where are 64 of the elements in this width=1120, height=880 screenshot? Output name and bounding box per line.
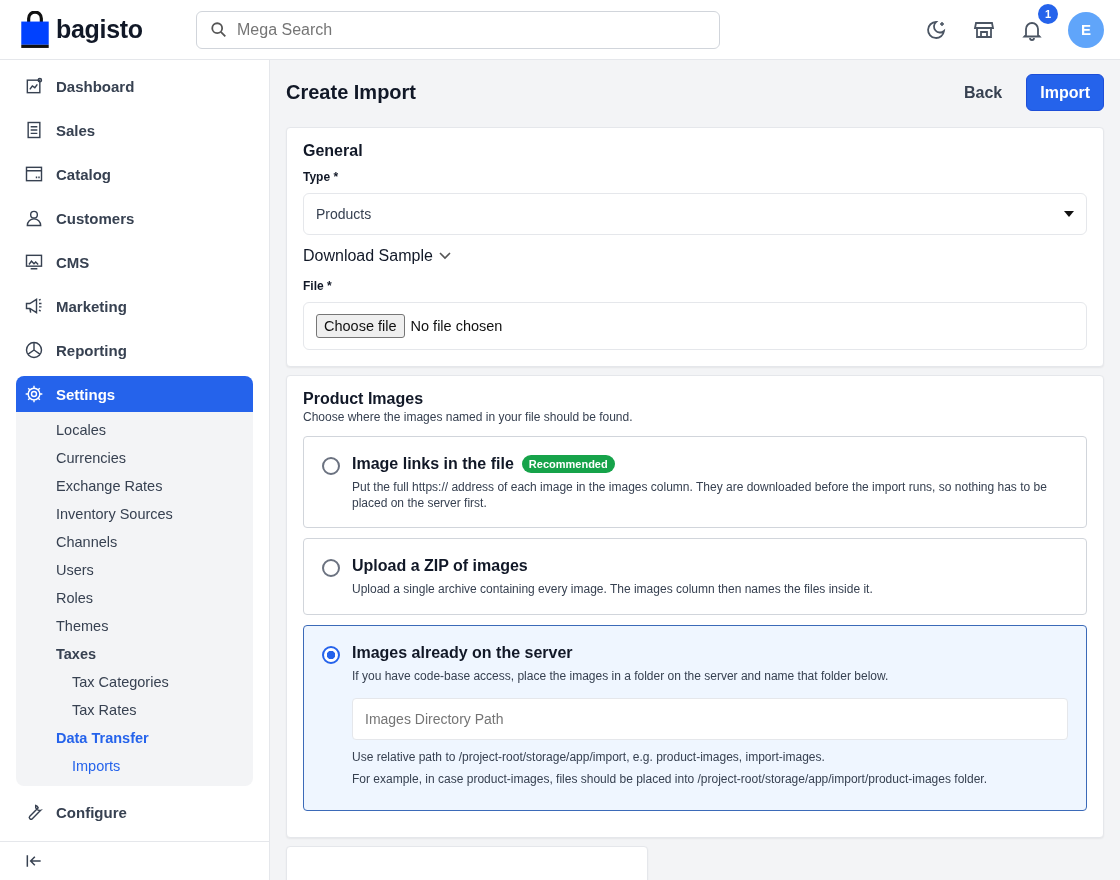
sidebar-item[interactable]: Catalog — [16, 156, 253, 192]
dropdown-caret-icon — [1064, 211, 1074, 217]
back-button[interactable]: Back — [963, 83, 1003, 102]
radio-button[interactable] — [322, 457, 340, 475]
field-label: File * — [303, 279, 333, 293]
hint-text: Use relative path to /project-root/storage/app/import, e.g. product-images, import-images. — [352, 749, 826, 764]
notification-count: 1 — [1038, 3, 1058, 24]
submenu-item[interactable]: Roles — [16, 584, 253, 612]
directory-path-field[interactable]: Images Directory Path — [352, 697, 1068, 740]
option-card[interactable]: Image links in the file Recommended Put the full https:// address of each image in the images column. They are downloaded before the import runs, so nothing has to be placed on the server first. — [303, 436, 1087, 529]
hint-text: For example, in case product-images, files should be placed into /project-root/storage/app/import/product-images folder. — [352, 771, 988, 786]
type-select[interactable]: Products — [303, 193, 1087, 235]
download-sample-link[interactable]: Download Sample — [303, 247, 1087, 265]
sidebar-item[interactable]: Sales — [16, 112, 253, 148]
section-title: Product Images — [303, 390, 425, 408]
submenu-item[interactable]: Inventory Sources — [16, 500, 253, 528]
sidebar-item[interactable]: Reporting — [16, 332, 253, 368]
file-field[interactable]: Choose file No file chosen — [303, 302, 1087, 350]
option-card[interactable]: Upload a ZIP of images Upload a single archive containing every image. The images column then names the files inside it. — [303, 538, 1087, 615]
monitor-icon — [24, 252, 44, 272]
submenu-item[interactable]: Exchange Rates — [16, 472, 253, 500]
pie-chart-icon — [24, 340, 44, 360]
section-title: General — [303, 142, 364, 160]
submenu-item[interactable]: Tax Rates — [16, 696, 253, 724]
sidebar-item[interactable]: Dashboard — [16, 68, 253, 104]
section-subtitle: Choose where the images named in your file should be found. — [303, 410, 634, 424]
gear-icon — [24, 384, 44, 404]
search-icon — [210, 20, 228, 39]
option-description: Put the full https:// address of each image in the images column. They are downloaded before the import runs, so nothing has to be placed on the server first. — [352, 479, 1048, 512]
recommended-badge: Recommended — [521, 455, 615, 473]
option-title: Images already on the server — [352, 643, 573, 662]
submenu-item[interactable]: Data Transfer — [16, 724, 253, 752]
radio-button[interactable] — [322, 559, 340, 578]
submenu-item[interactable]: Currencies — [16, 444, 253, 472]
import-button[interactable]: Import — [1026, 74, 1104, 111]
megaphone-icon — [24, 296, 44, 316]
page-title: Create Import — [286, 81, 417, 104]
option-description: If you have code-base access, place the images in a folder on the server and name that folder below. — [352, 667, 890, 684]
receipt-icon — [24, 120, 44, 140]
sidebar-item[interactable]: Customers — [16, 200, 253, 236]
logo-text: bagisto — [56, 15, 143, 44]
option-title: Image links in the file — [352, 455, 514, 473]
submenu-item[interactable]: Users — [16, 556, 253, 584]
submenu-item[interactable]: Taxes — [16, 640, 253, 668]
submenu-item[interactable]: Imports — [16, 752, 253, 780]
sidebar-item[interactable]: Marketing — [16, 288, 253, 324]
sidebar-item[interactable]: CMS — [16, 244, 253, 280]
submenu-item[interactable]: Channels — [16, 528, 253, 556]
person-icon — [24, 208, 44, 228]
chevron-icon — [438, 252, 451, 260]
radio-button[interactable] — [322, 645, 340, 664]
submenu-item[interactable]: Tax Categories — [16, 668, 253, 696]
option-card[interactable] — [303, 624, 1087, 811]
sidebar-item[interactable]: Settings — [16, 376, 253, 412]
option-title: Upload a ZIP of images — [352, 557, 528, 576]
layout-icon — [24, 164, 44, 184]
search-field[interactable]: Mega Search — [196, 10, 720, 49]
chart-icon — [24, 76, 44, 96]
submenu-item[interactable]: Themes — [16, 612, 253, 640]
submenu-item[interactable]: Locales — [16, 416, 253, 444]
option-description: Upload a single archive containing every image. The images column then names the files inside it. — [352, 581, 874, 598]
bag-icon — [20, 10, 50, 49]
sidebar-item[interactable]: Configure — [16, 794, 253, 830]
field-label: Type * — [303, 170, 340, 184]
